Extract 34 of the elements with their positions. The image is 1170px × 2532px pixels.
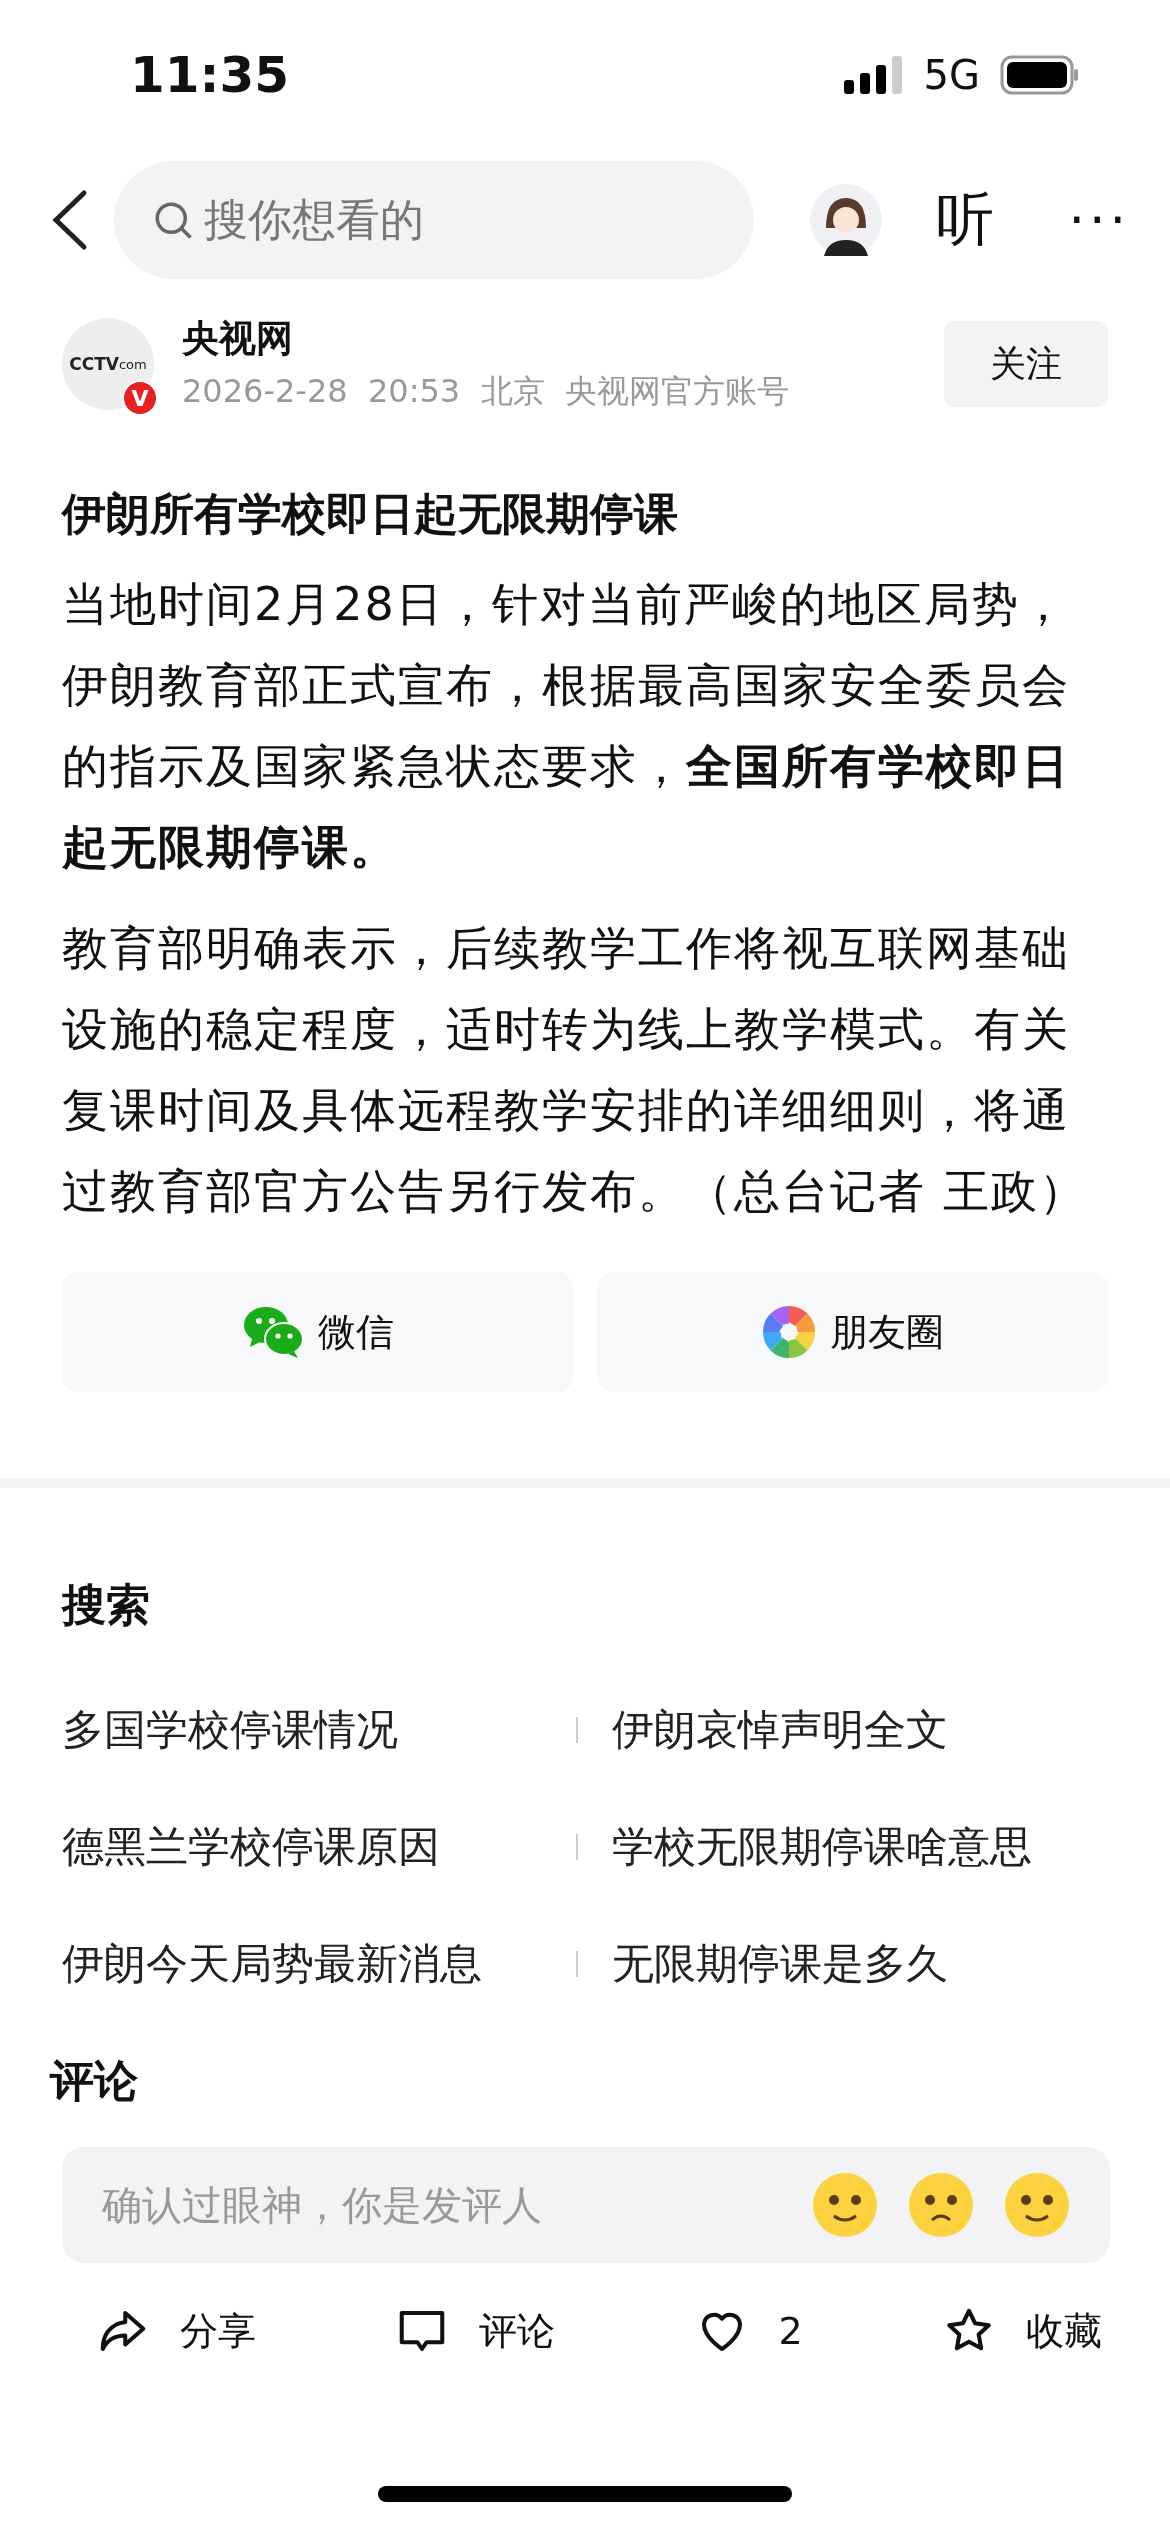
listen-button[interactable]: 听 — [936, 181, 994, 259]
search-suggestion[interactable]: 无限期停课是多久 — [612, 1905, 1108, 2022]
search-suggestion[interactable]: 伊朗哀悼声明全文 — [612, 1671, 1108, 1788]
more-button[interactable]: ··· — [1068, 190, 1130, 250]
aperture-icon — [761, 1305, 816, 1359]
like-button[interactable]: 2 — [694, 2304, 803, 2358]
emoji-icon[interactable] — [908, 2172, 974, 2238]
section-title: 评论 — [50, 2054, 139, 2108]
share-button[interactable]: 微信 — [62, 1272, 573, 1392]
emoji-icon[interactable] — [1004, 2172, 1070, 2238]
article-title: 伊朗所有学校即日起无限期停课 — [62, 487, 679, 541]
verified-badge: V — [122, 380, 158, 416]
article-paragraph: 当地时间2月28日，针对当前严峻的地区局势，伊朗教育部正式宣布，根据最高国家安全委员会的指示及国家紧急状态要求，全国所有学校即日起无限期停课。 — [62, 576, 1071, 876]
comment-button[interactable]: 评论 — [395, 2304, 556, 2358]
emoji-icon[interactable] — [812, 2172, 878, 2238]
search-field[interactable]: 搜你想看的 — [114, 161, 754, 279]
search-suggestion[interactable]: 学校无限期停课啥意思 — [612, 1788, 1108, 1905]
author-name[interactable]: 央视网 — [182, 314, 916, 364]
section-title: 搜索 — [62, 1578, 151, 1632]
share-button[interactable]: 分享 — [96, 2304, 256, 2358]
favorite-button[interactable]: 收藏 — [942, 2304, 1102, 2358]
signal-icon — [843, 56, 904, 94]
chat-bubbles-icon — [241, 1305, 304, 1359]
follow-button[interactable]: 关注 — [944, 321, 1108, 407]
battery-icon — [1000, 55, 1080, 95]
network-label: 5G — [923, 52, 980, 98]
search-suggestion[interactable]: 伊朗今天局势最新消息 — [62, 1905, 576, 2022]
avatar-icon[interactable] — [810, 184, 882, 256]
search-suggestion[interactable]: 德黑兰学校停课原因 — [62, 1788, 576, 1905]
share-button[interactable]: 朋友圈 — [597, 1272, 1108, 1392]
post-meta: 2026-2-28 20:53 北京 央视网官方账号 — [182, 371, 790, 412]
article-paragraph: 教育部明确表示，后续教学工作将视互联网基础设施的稳定程度，适时转为线上教学模式。有关复课时间及具体远程教学安排的详细细则，将通过教育部官方公告另行发布。（总台记者 王政） — [62, 920, 1088, 1220]
status-time: 11:35 — [130, 46, 290, 104]
search-suggestion[interactable]: 多国学校停课情况 — [62, 1671, 576, 1788]
